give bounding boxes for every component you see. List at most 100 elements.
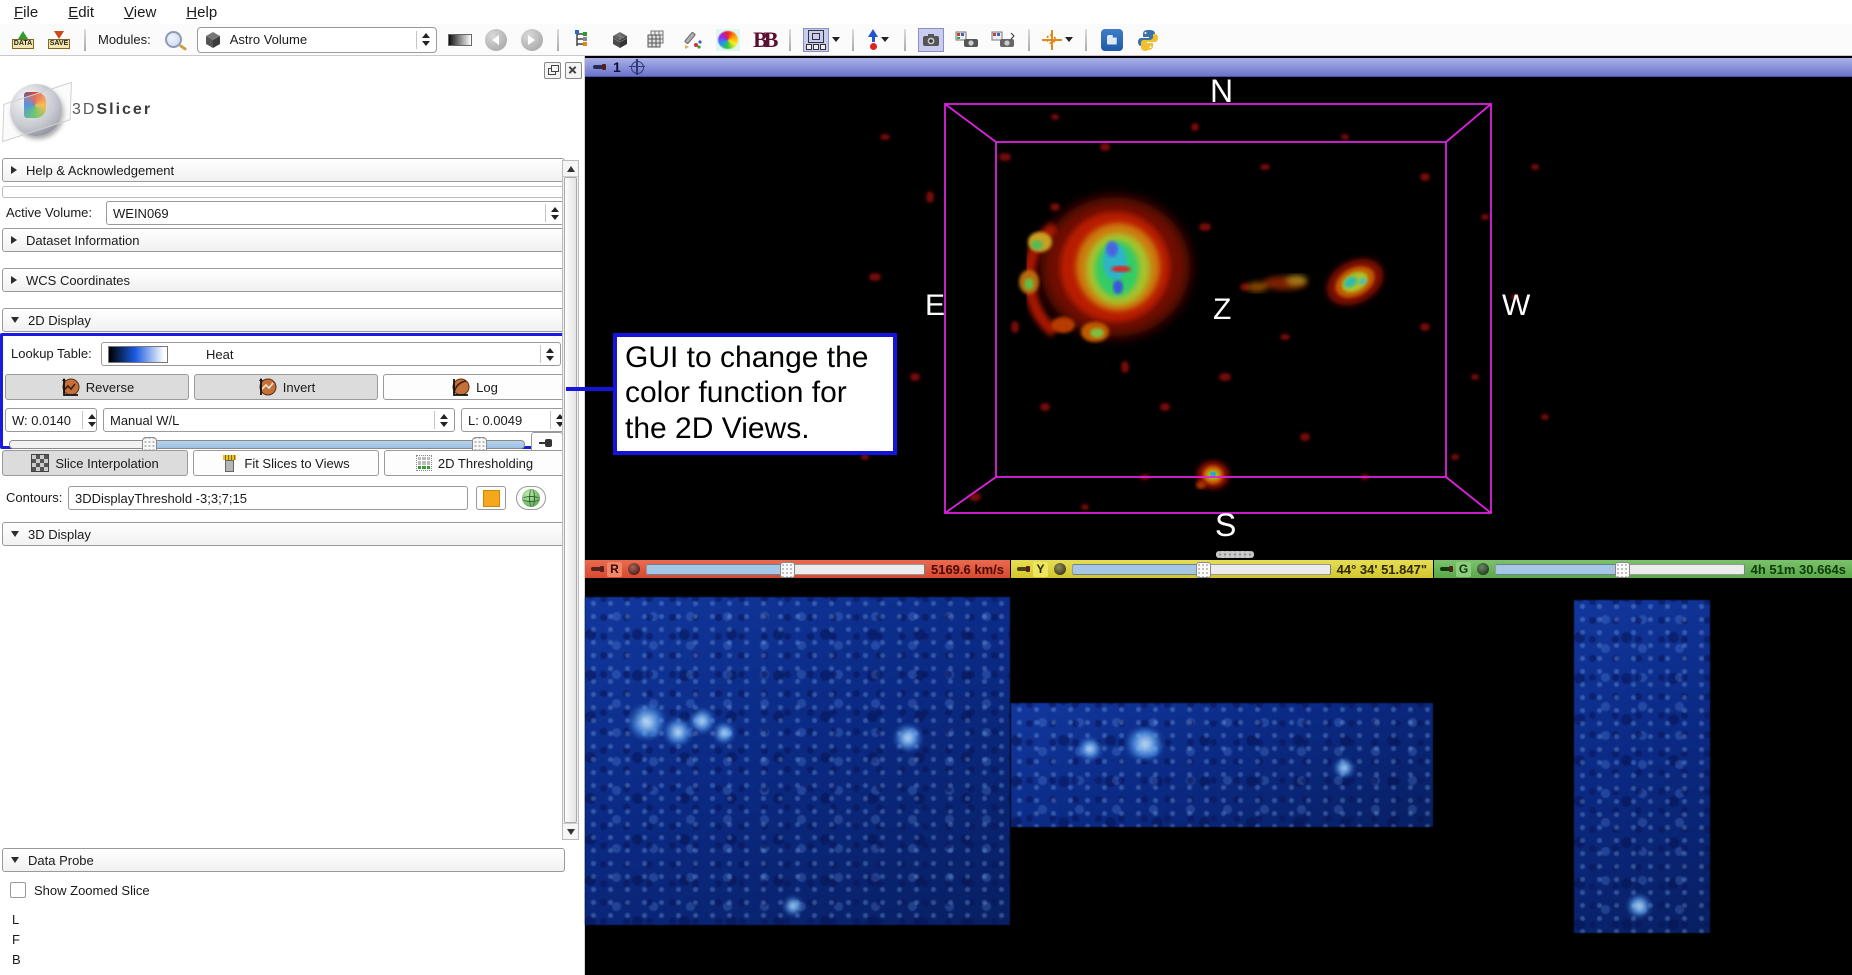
bb-logo-button[interactable]: BB	[751, 27, 778, 53]
view-options-icon[interactable]	[628, 58, 645, 75]
history-back-button[interactable]	[483, 27, 509, 53]
panel-scrollbar[interactable]	[562, 160, 579, 840]
slice-view-red[interactable]: R 5169.6 km/s	[585, 560, 1010, 975]
thresholding-2d-button[interactable]: 2D Thresholding	[384, 450, 565, 476]
scrollbar-thumb[interactable]	[564, 177, 577, 823]
load-data-button[interactable]: DATA	[10, 27, 36, 53]
screenshot-gradient-button[interactable]	[447, 27, 473, 53]
section-data-probe[interactable]: Data Probe	[2, 848, 565, 872]
pin-icon[interactable]	[1440, 566, 1453, 572]
layers-grid-icon	[647, 30, 664, 47]
lookup-table-selector[interactable]: Heat	[101, 342, 561, 366]
contour-world-button[interactable]	[516, 486, 546, 510]
heat-gradient-icon	[108, 345, 168, 363]
pin-icon[interactable]	[593, 64, 606, 70]
section-help-acknowledgement[interactable]: Help & Acknowledgement	[2, 158, 565, 182]
chevron-down-icon	[881, 37, 890, 42]
module-selector[interactable]: Astro Volume	[196, 26, 437, 53]
slice-green-slider[interactable]	[1495, 561, 1745, 578]
section-wcs-coordinates[interactable]: WCS Coordinates	[2, 268, 565, 292]
extensions-manager-button[interactable]	[1099, 27, 1125, 53]
pin-icon[interactable]	[591, 566, 604, 572]
contours-label: Contours:	[6, 490, 63, 505]
slice-yellow-slider[interactable]	[1072, 561, 1331, 578]
window-level-range-slider[interactable]	[9, 437, 525, 455]
orientation-label-north: N	[1210, 77, 1234, 109]
history-forward-button[interactable]	[519, 27, 545, 53]
wl-mode-selector[interactable]: Manual W/L	[103, 408, 455, 432]
annotation-pencil-button[interactable]	[679, 27, 705, 53]
panel-close-button[interactable]	[565, 62, 582, 79]
menu-edit[interactable]: Edit	[68, 4, 94, 21]
expanded-arrow-icon	[11, 531, 19, 537]
help-collapsed-body	[2, 186, 565, 198]
globe-icon	[522, 489, 540, 507]
slider-handle[interactable]	[779, 561, 795, 578]
module-panel: 3DSlicer Help & Acknowledgement Active V…	[0, 56, 585, 975]
pencil-icon	[684, 31, 702, 49]
python-console-button[interactable]	[1135, 27, 1161, 53]
toolbar-separator	[851, 28, 854, 51]
reverse-button[interactable]: Reverse	[5, 374, 189, 400]
contour-color-button[interactable]	[476, 486, 506, 510]
fit-slices-button[interactable]: Fit Slices to Views	[193, 450, 379, 476]
invert-button[interactable]: Invert	[194, 374, 378, 400]
menu-view[interactable]: View	[124, 4, 156, 21]
scroll-up-icon[interactable]	[563, 161, 578, 177]
crosshair-button[interactable]	[1041, 27, 1073, 53]
section-3d-display[interactable]: 3D Display	[2, 522, 565, 546]
visibility-eye-icon[interactable]	[628, 563, 640, 575]
visibility-eye-icon[interactable]	[1477, 563, 1489, 575]
splitter-grip[interactable]	[1216, 551, 1254, 558]
scene-view-button[interactable]	[954, 27, 980, 53]
toolbar-separator	[788, 28, 791, 51]
log-button[interactable]: Log	[383, 374, 565, 400]
module-history-button[interactable]	[571, 27, 597, 53]
window-spinbox[interactable]: W: 0.0140	[5, 408, 97, 432]
volume-layers-button[interactable]	[643, 27, 669, 53]
slider-handle[interactable]	[1614, 561, 1630, 578]
orientation-label-south: S	[1215, 507, 1237, 543]
pin-icon[interactable]	[1017, 566, 1030, 572]
layout-selector-button[interactable]	[802, 27, 840, 53]
save-button[interactable]: SAVE	[46, 27, 72, 53]
level-spinbox[interactable]: L: 0.0049	[461, 408, 565, 432]
colormap-brain-button[interactable]	[715, 27, 741, 53]
menu-help[interactable]: Help	[186, 4, 217, 21]
app-window: File Edit View Help DATA SAVE Modules: A…	[0, 0, 1852, 975]
section-dataset-information[interactable]: Dataset Information	[2, 228, 565, 252]
annotation-text: GUI to change the color function for the…	[625, 341, 869, 445]
visibility-eye-icon[interactable]	[1054, 563, 1066, 575]
menu-bar: File Edit View Help	[0, 0, 1852, 24]
section-2d-display[interactable]: 2D Display	[2, 308, 565, 332]
panel-float-button[interactable]	[544, 62, 561, 79]
slider-handle[interactable]	[1196, 561, 1212, 578]
scroll-down-icon[interactable]	[563, 823, 578, 839]
active-volume-selector[interactable]: WEIN069	[106, 201, 566, 225]
color-swatch-icon	[482, 489, 500, 507]
chevron-down-icon	[831, 37, 840, 42]
slice-interpolation-button[interactable]: Slice Interpolation	[2, 450, 188, 476]
toolbar: DATA SAVE Modules: Astro Volume BB	[0, 24, 1852, 56]
gradient-icon	[447, 33, 472, 46]
screenshot-button[interactable]	[917, 27, 944, 53]
load-data-icon: DATA	[10, 28, 36, 52]
show-zoomed-checkbox[interactable]	[10, 882, 26, 898]
menu-file[interactable]: File	[14, 4, 38, 21]
slice-yellow-value: 44° 34' 51.847"	[1336, 561, 1427, 577]
slice-view-green[interactable]: G 4h 51m 30.664s	[1434, 560, 1852, 975]
view3d-canvas[interactable]: N E W Z S	[585, 77, 1852, 560]
show-zoomed-slice-row: Show Zoomed Slice	[10, 882, 150, 898]
toolbar-separator	[1084, 28, 1087, 51]
transform-button[interactable]	[866, 27, 892, 53]
collapsed-arrow-icon	[11, 276, 17, 284]
interpolation-icon	[31, 454, 50, 472]
contours-input[interactable]: 3DDisplayThreshold -3;3;7;15	[68, 486, 468, 510]
scene-view-restore-button[interactable]	[990, 27, 1016, 53]
slice-red-slider[interactable]	[646, 561, 925, 578]
modules-cube-button[interactable]	[607, 27, 633, 53]
transform-icon	[868, 29, 879, 50]
slice-view-yellow[interactable]: Y 44° 34' 51.847"	[1011, 560, 1433, 975]
spinbox-arrows-icon	[82, 411, 96, 429]
module-search-button[interactable]	[161, 27, 187, 53]
